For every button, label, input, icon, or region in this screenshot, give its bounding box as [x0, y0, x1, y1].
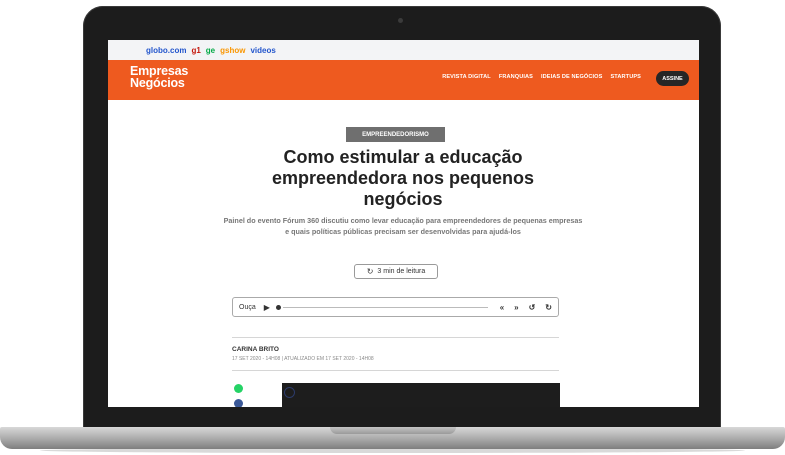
video-loading-icon	[284, 387, 295, 398]
clock-icon: ↻	[366, 267, 374, 276]
video-player[interactable]	[282, 383, 560, 407]
nav-ideias-de-negocios[interactable]: IDEIAS DE NEGÓCIOS	[541, 74, 602, 80]
progress-handle[interactable]	[275, 304, 281, 310]
whatsapp-icon[interactable]	[234, 384, 243, 393]
fast-forward-icon[interactable]: »	[514, 303, 518, 312]
divider-bottom	[232, 370, 559, 371]
play-icon[interactable]: ▶	[264, 303, 270, 312]
gshow-link[interactable]: gshow	[220, 46, 245, 55]
nav-franquias[interactable]: FRANQUIAS	[499, 74, 533, 80]
audio-player: Ouça ▶ « » ↺ ↻	[232, 297, 559, 317]
category-tag[interactable]: EMPREENDEDORISMO	[346, 127, 445, 142]
nav-startups[interactable]: STARTUPS	[610, 74, 641, 80]
article-title: Como estimular a educação empreendedora …	[271, 147, 535, 209]
author-name[interactable]: CARINA BRITO	[232, 346, 279, 353]
nav-revista-digital[interactable]: REVISTA DIGITAL	[442, 74, 491, 80]
read-time-label: 3 min de leitura	[377, 268, 426, 275]
replay-icon[interactable]: ↺	[529, 303, 536, 312]
facebook-icon[interactable]	[234, 399, 243, 407]
publish-date: 17 SET 2020 - 14H08 | ATUALIZADO EM 17 S…	[232, 356, 374, 362]
read-time-badge: ↻ 3 min de leitura	[354, 264, 438, 279]
main-nav: REVISTA DIGITAL FRANQUIAS IDEIAS DE NEGÓ…	[442, 74, 641, 80]
progress-track[interactable]	[282, 306, 488, 308]
logo-line-2: Negócios	[130, 76, 185, 90]
rewind-icon[interactable]: «	[500, 303, 504, 312]
laptop-notch	[330, 427, 456, 434]
webcam	[398, 18, 403, 23]
article-subtitle: Painel do evento Fórum 360 discutiu como…	[223, 216, 583, 236]
redo-icon[interactable]: ↻	[545, 303, 552, 312]
divider-top	[232, 337, 559, 338]
player-label: Ouça	[239, 303, 256, 311]
site-header: Empresas Negócios REVISTA DIGITAL FRANQU…	[108, 60, 699, 100]
site-logo[interactable]: Empresas Negócios	[130, 65, 188, 90]
ge-link[interactable]: ge	[206, 46, 215, 55]
globo-network-bar: globo.com g1 ge gshow videos	[108, 40, 699, 60]
globo-link[interactable]: globo.com	[146, 46, 186, 55]
g1-link[interactable]: g1	[191, 46, 200, 55]
subscribe-button[interactable]: ASSINE	[656, 71, 689, 86]
videos-link[interactable]: videos	[250, 46, 275, 55]
browser-screen: globo.com g1 ge gshow videos Empresas Ne…	[108, 40, 699, 407]
